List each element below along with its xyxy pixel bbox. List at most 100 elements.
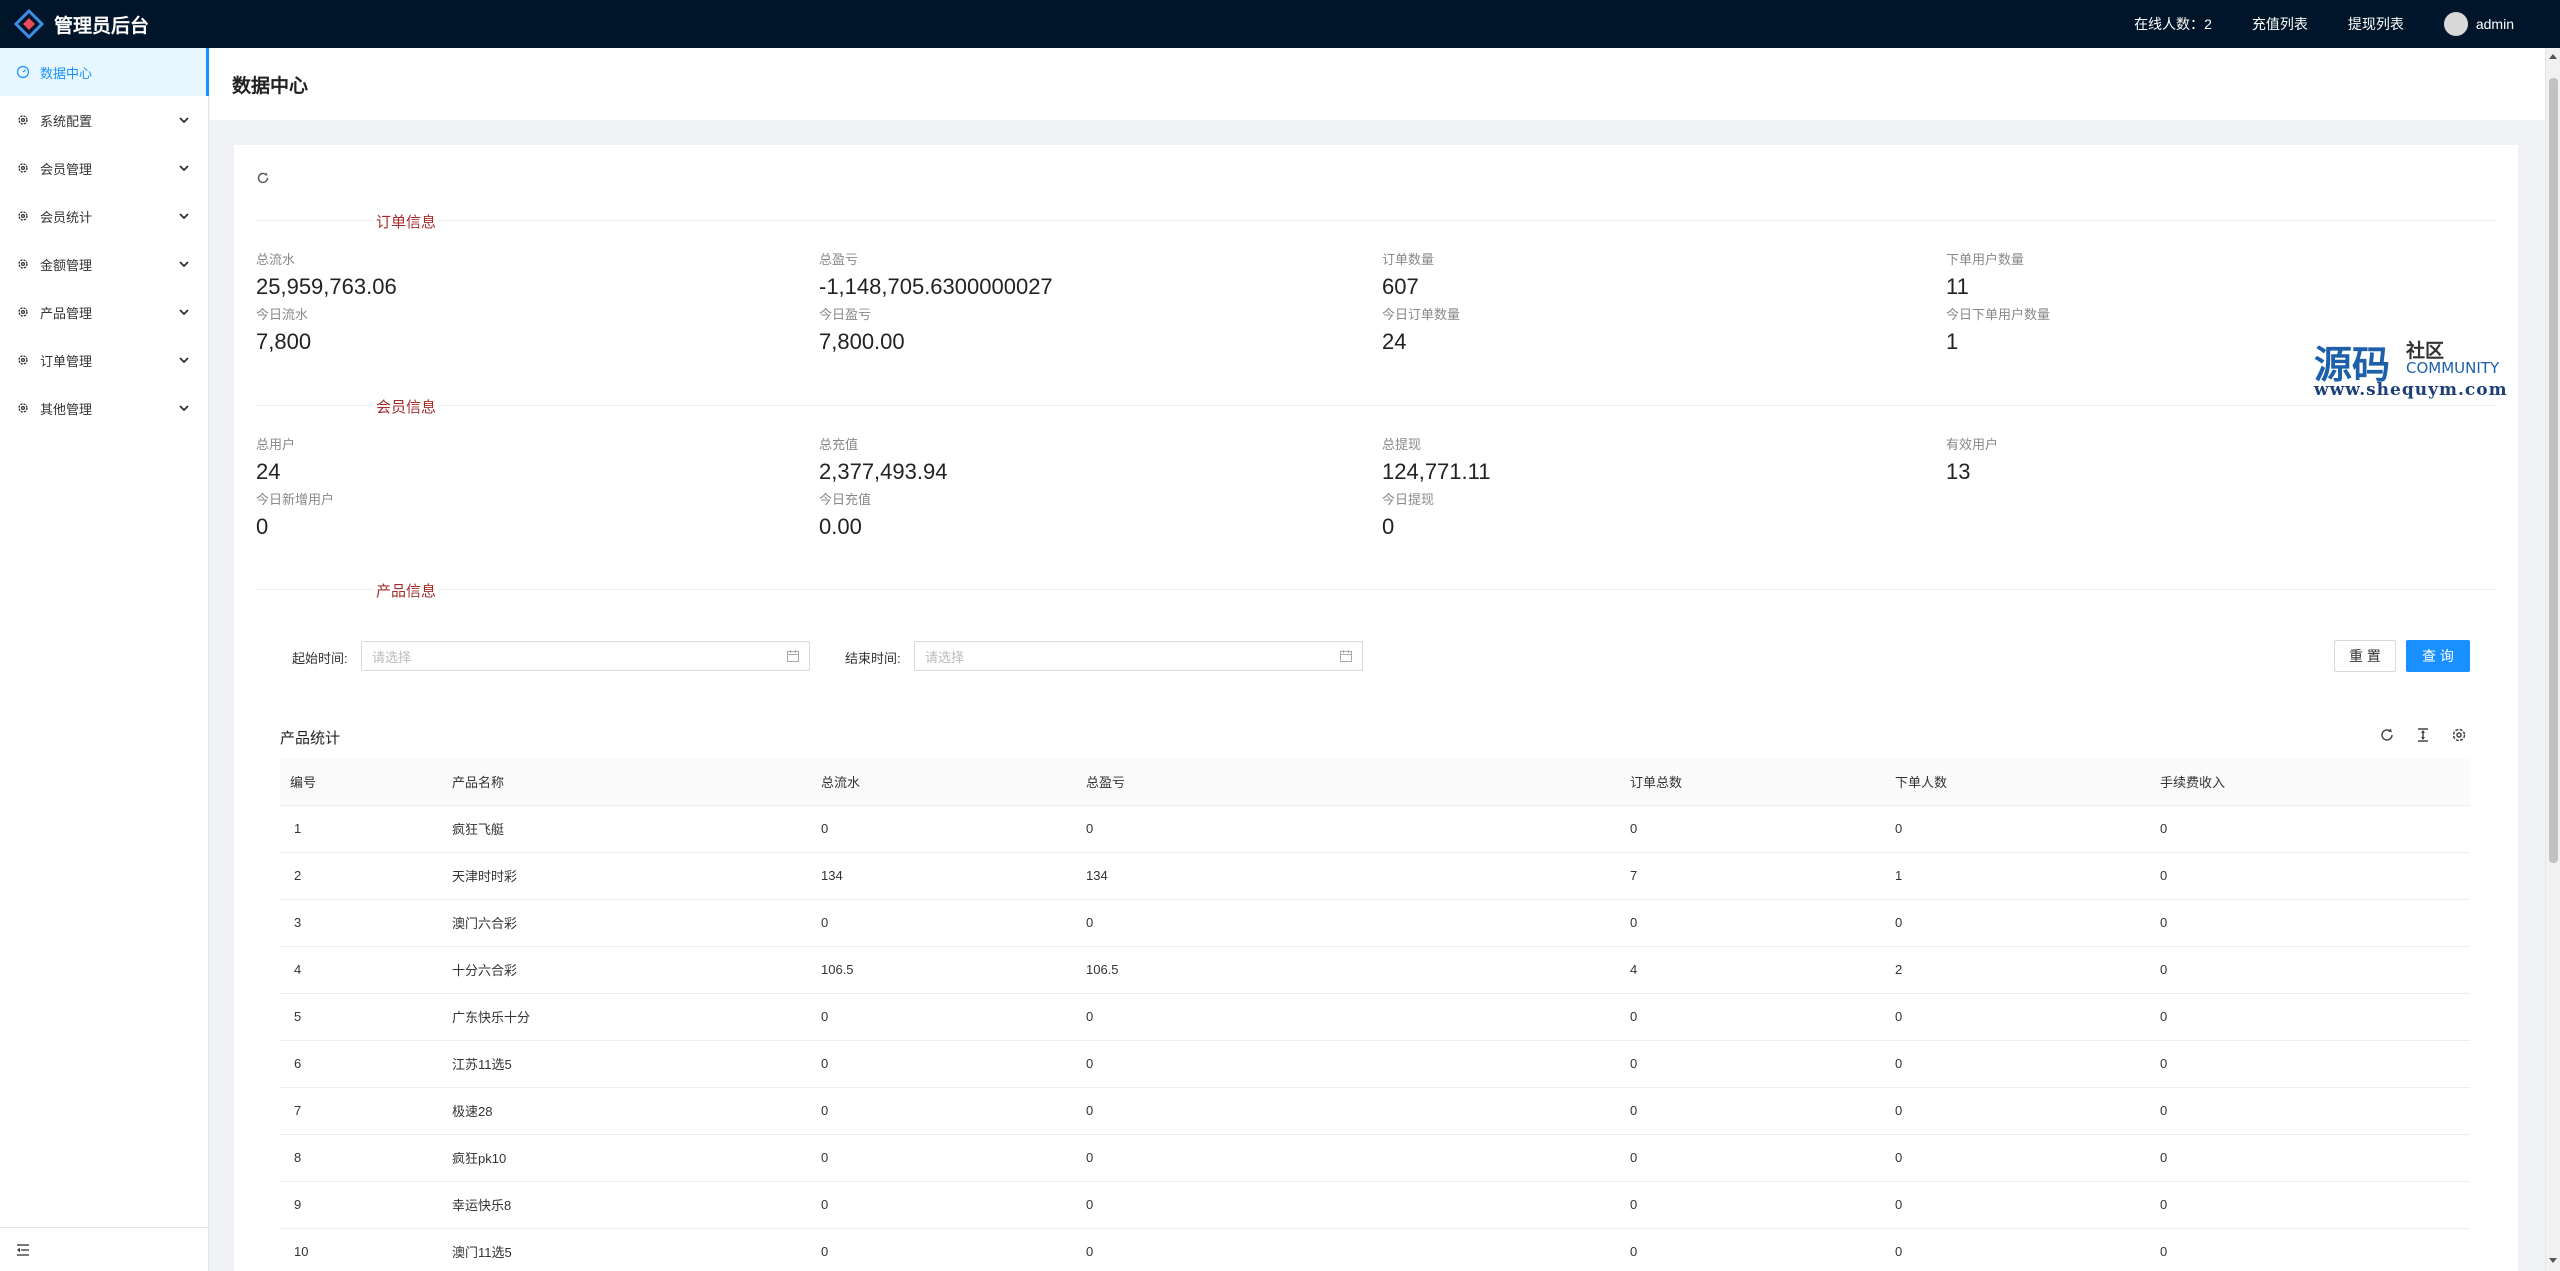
table-cell: 7	[280, 1087, 442, 1135]
sidebar-item-label: 系统配置	[40, 113, 93, 129]
table-row[interactable]: 6 江苏11选5 0 0 0 0 0	[280, 1040, 2470, 1088]
section-member: 会员信息	[256, 396, 2496, 417]
stat-sub-value: 1	[1946, 329, 1959, 354]
table-cell: 0	[1885, 1040, 2150, 1088]
sidebar-item[interactable]: 会员管理	[0, 144, 208, 192]
settings-icon	[16, 257, 30, 271]
sidebar-item-label: 产品管理	[40, 305, 93, 321]
table-cell: 106.5	[811, 946, 1076, 994]
sidebar-item[interactable]: 订单管理	[0, 336, 208, 384]
refresh-icon[interactable]	[256, 171, 270, 185]
sidebar-item[interactable]: 系统配置	[0, 96, 208, 144]
sidebar-item[interactable]: 产品管理	[0, 288, 208, 336]
table-row[interactable]: 4 十分六合彩 106.5 106.5 4 2 0	[280, 946, 2470, 994]
stat-sub-label: 今日提现	[1382, 492, 1435, 507]
sidebar-item[interactable]: 其他管理	[0, 384, 208, 432]
table-cell: 9	[280, 1181, 442, 1229]
stat-value: 13	[1946, 459, 1971, 484]
column-header[interactable]: 下单人数	[1885, 759, 2150, 806]
table-cell: 广东快乐十分	[442, 993, 811, 1041]
table-cell: 0	[811, 1040, 1076, 1088]
table-row[interactable]: 1 疯狂飞艇 0 0 0 0 0	[280, 805, 2470, 853]
sidebar-item-label: 金额管理	[40, 257, 93, 273]
page-scrollbar[interactable]	[2545, 48, 2560, 1271]
section-order-title: 订单信息	[374, 211, 439, 232]
logo[interactable]: 管理员后台	[0, 9, 209, 39]
stat-sub-value: 7,800.00	[819, 329, 905, 354]
sidebar-item[interactable]: 数据中心	[0, 48, 209, 96]
sidebar-item-label: 会员统计	[40, 209, 93, 225]
table-row[interactable]: 9 幸运快乐8 0 0 0 0 0	[280, 1181, 2470, 1229]
table-cell: 0	[1076, 899, 1620, 947]
reset-button[interactable]: 重 置	[2334, 640, 2396, 672]
withdraw-list-link[interactable]: 提现列表	[2348, 14, 2404, 34]
scrollbar-thumb[interactable]	[2549, 78, 2558, 863]
scroll-up-icon[interactable]	[2549, 54, 2557, 59]
collapse-menu-button[interactable]	[0, 1227, 208, 1271]
table-row[interactable]: 3 澳门六合彩 0 0 0 0 0	[280, 899, 2470, 947]
density-icon[interactable]	[2414, 726, 2432, 744]
column-header[interactable]: 手续费收入	[2150, 759, 2470, 806]
column-header[interactable]: 订单总数	[1620, 759, 1885, 806]
chevron-down-icon	[178, 402, 190, 414]
table-cell: 0	[1885, 993, 2150, 1041]
menu-fold-icon	[17, 1243, 29, 1256]
sidebar-item-label: 数据中心	[40, 65, 93, 81]
table-cell: 2	[1885, 946, 2150, 994]
column-header[interactable]: 产品名称	[442, 759, 811, 806]
column-header[interactable]: 总盈亏	[1076, 759, 1620, 806]
query-button[interactable]: 查 询	[2406, 640, 2470, 672]
start-time-input[interactable]: 请选择	[361, 641, 810, 671]
table-row[interactable]: 7 极速28 0 0 0 0 0	[280, 1087, 2470, 1135]
table-cell: 0	[2150, 946, 2470, 994]
recharge-list-link[interactable]: 充值列表	[2252, 14, 2308, 34]
table-cell: 十分六合彩	[442, 946, 811, 994]
column-settings-icon[interactable]	[2450, 726, 2468, 744]
end-time-label: 结束时间:	[845, 651, 901, 666]
stat-value: 25,959,763.06	[256, 274, 397, 299]
chevron-down-icon	[178, 354, 190, 366]
settings-icon	[16, 209, 30, 223]
scroll-down-icon[interactable]	[2549, 1258, 2557, 1263]
stat-sub-value: 24	[1382, 329, 1407, 354]
table-cell: 疯狂飞艇	[442, 805, 811, 853]
table-cell: 幸运快乐8	[442, 1181, 811, 1229]
user-menu[interactable]: admin	[2443, 12, 2514, 36]
start-time-placeholder: 请选择	[372, 649, 412, 665]
table-cell: 1	[1885, 852, 2150, 900]
chevron-down-icon	[178, 258, 190, 270]
stat-value: -1,148,705.6300000027	[819, 274, 1053, 299]
settings-icon	[16, 353, 30, 367]
end-time-input[interactable]: 请选择	[914, 641, 1363, 671]
stat-sub-label: 今日流水	[256, 307, 309, 322]
stat-label: 总提现	[1382, 437, 1422, 452]
stat-sub-value: 0.00	[819, 514, 862, 539]
table-row[interactable]: 2 天津时时彩 134 134 7 1 0	[280, 852, 2470, 900]
column-header[interactable]: 编号	[280, 759, 442, 806]
table-cell: 0	[1076, 1181, 1620, 1229]
table-cell: 0	[1885, 899, 2150, 947]
table-cell: 0	[2150, 1181, 2470, 1229]
table-cell: 0	[811, 1228, 1076, 1271]
stat-label: 总用户	[256, 437, 296, 452]
table-cell: 5	[280, 993, 442, 1041]
stat-block: 总用户 24 今日新增用户 0	[256, 434, 334, 540]
start-time-label: 起始时间:	[292, 651, 348, 666]
column-header[interactable]: 总流水	[811, 759, 1076, 806]
sidebar-item[interactable]: 金额管理	[0, 240, 208, 288]
table-cell: 0	[811, 899, 1076, 947]
table-cell: 0	[2150, 899, 2470, 947]
table-row[interactable]: 5 广东快乐十分 0 0 0 0 0	[280, 993, 2470, 1041]
sidebar-item[interactable]: 会员统计	[0, 192, 208, 240]
table-row[interactable]: 8 疯狂pk10 0 0 0 0 0	[280, 1134, 2470, 1182]
table-cell: 4	[280, 946, 442, 994]
stat-block: 有效用户 13	[1946, 434, 1998, 485]
reload-icon[interactable]	[2378, 726, 2396, 744]
table-cell: 0	[2150, 1087, 2470, 1135]
table-cell: 0	[811, 1134, 1076, 1182]
section-product-title: 产品信息	[374, 580, 439, 601]
table-cell: 0	[1076, 993, 1620, 1041]
table-row[interactable]: 10 澳门11选5 0 0 0 0 0	[280, 1228, 2470, 1271]
table-cell: 0	[1076, 1134, 1620, 1182]
stat-sub-label: 今日下单用户数量	[1946, 307, 2051, 322]
